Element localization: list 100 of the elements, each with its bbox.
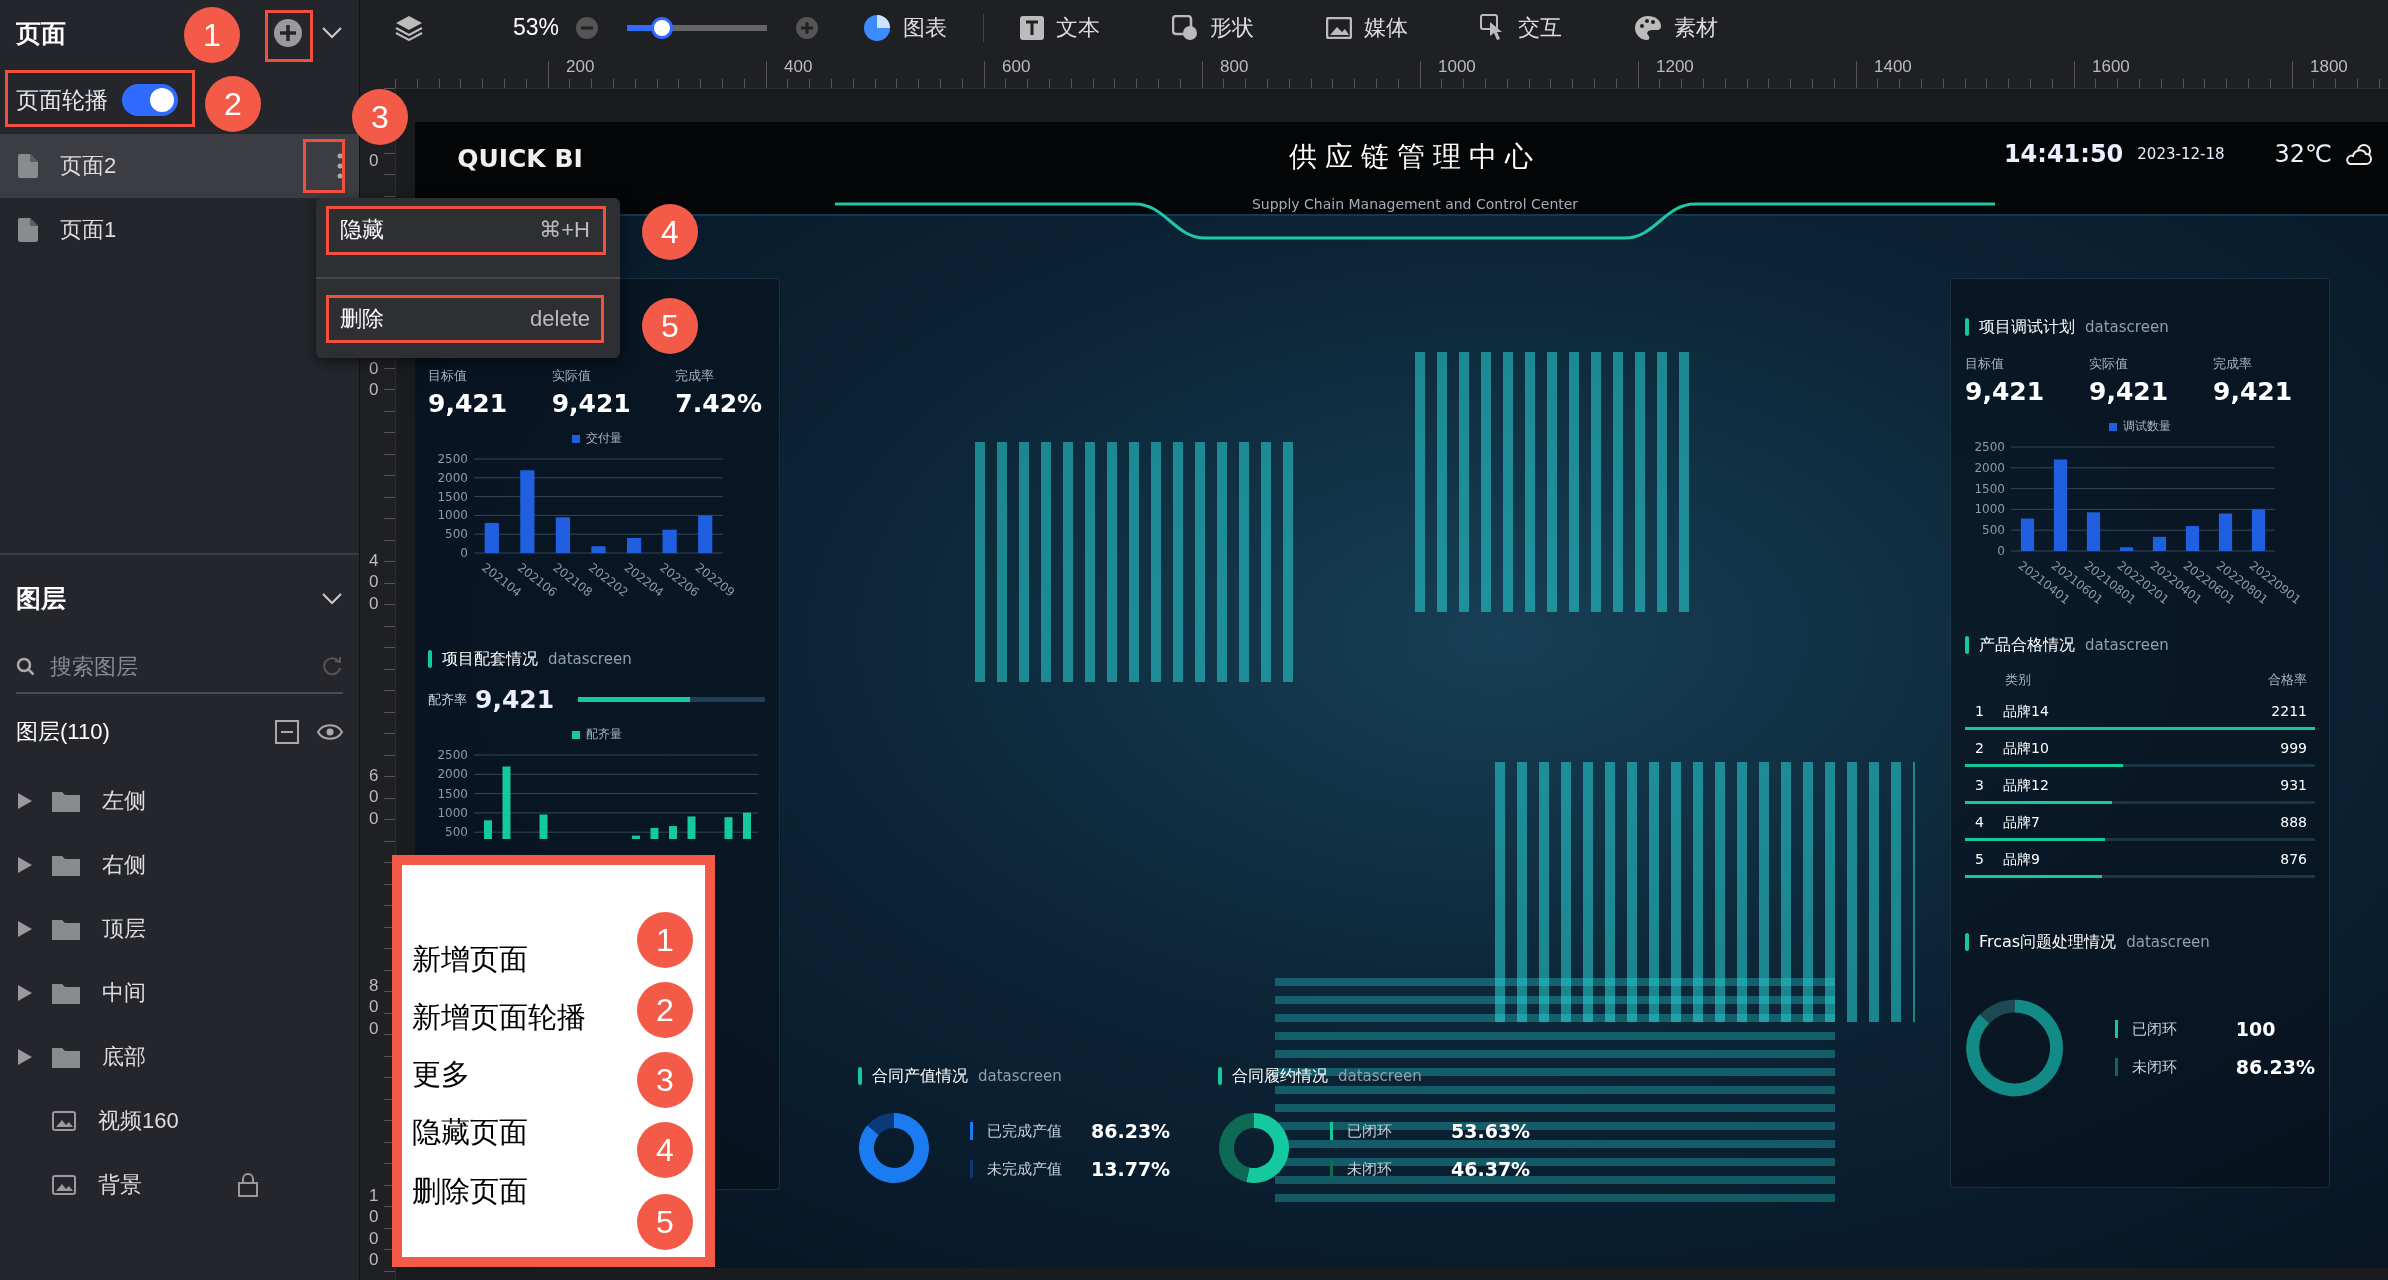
chevron-down-icon[interactable] — [321, 591, 343, 606]
axis-label: 2000 — [437, 470, 468, 485]
axis-label: 1500 — [437, 489, 468, 504]
axis-label: 2500 — [1974, 440, 2005, 454]
legend-label: 调试数量 — [2123, 418, 2171, 435]
expand-arrow-icon[interactable] — [18, 793, 32, 809]
layer-item[interactable]: 顶层 — [0, 897, 359, 961]
layer-item[interactable]: 左侧 — [0, 769, 359, 833]
donut-slice — [1246, 1113, 1289, 1183]
dashboard-subtitle: Supply Chain Management and Control Center — [1250, 196, 1580, 212]
tool-button[interactable]: 媒体 — [1326, 12, 1409, 43]
ruler-label: 800 — [369, 975, 380, 1039]
bar — [2086, 512, 2101, 551]
expand-arrow-icon[interactable] — [18, 857, 32, 873]
section-tag: datascreen — [2085, 318, 2169, 336]
legend-text: 隐藏页面 — [412, 1115, 528, 1150]
logo-text: QUICK BI — [456, 144, 584, 173]
tool-button[interactable]: 素材 — [1634, 12, 1719, 43]
expand-arrow-icon[interactable] — [18, 1049, 32, 1065]
bar — [2251, 509, 2266, 551]
layer-item[interactable]: 背景 — [0, 1153, 359, 1217]
column-header: 合格率 — [2268, 671, 2307, 689]
menu-item[interactable]: 删除 delete — [330, 299, 600, 339]
menu-item[interactable]: 隐藏 ⌘+H — [330, 211, 600, 249]
legend-marker — [2114, 1020, 2118, 1038]
slider-thumb[interactable] — [651, 16, 674, 39]
rate-label: 配齐率 — [428, 690, 467, 709]
axis-label: 2500 — [437, 748, 468, 762]
tool-button[interactable]: 图表 — [863, 12, 948, 43]
axis-label: 1000 — [1974, 502, 2005, 517]
layer-item[interactable]: 中间 — [0, 961, 359, 1025]
axis-label: 500 — [445, 527, 468, 542]
rank-number: 1 — [1975, 703, 1985, 721]
brand-value: 876 — [2280, 851, 2307, 869]
section-title: 项目配套情况 — [442, 648, 538, 670]
temperature: 32℃ — [2274, 140, 2332, 168]
layer-item[interactable]: 右侧 — [0, 833, 359, 897]
ruler-label: 1600 — [2092, 57, 2130, 77]
bar — [2218, 513, 2233, 551]
tool-button[interactable]: 文本 — [1020, 12, 1101, 43]
ruler-label: 1000 — [1438, 57, 1476, 77]
tool-button[interactable]: 形状 — [1172, 12, 1255, 43]
axis-label: 0 — [460, 546, 468, 560]
legend-value: 100 — [2235, 1018, 2276, 1040]
legend-text: 新增页面 — [412, 942, 528, 977]
axis-label: 1500 — [437, 786, 468, 801]
brand-value: 931 — [2280, 777, 2307, 795]
more-icon[interactable] — [337, 153, 343, 179]
axis-label: 0 — [1997, 544, 2005, 558]
section-title: 项目调试计划 — [1979, 316, 2075, 338]
legend-swatch — [2109, 422, 2117, 431]
text-icon — [1020, 15, 1045, 40]
kpi-label: 目标值 — [428, 367, 468, 385]
chevron-down-icon[interactable] — [321, 26, 343, 40]
ruler-label: 1800 — [2310, 57, 2348, 77]
brand-value: 999 — [2280, 740, 2307, 758]
layer-item[interactable]: 底部 — [0, 1025, 359, 1089]
legend-marker — [2114, 1058, 2118, 1076]
brand-name: 品牌7 — [2003, 814, 2041, 832]
eye-icon[interactable] — [317, 721, 343, 742]
ruler-label: 400 — [369, 550, 380, 614]
cloud-sun-icon — [2346, 142, 2374, 166]
rate-value: 9,421 — [475, 685, 555, 714]
expand-arrow-icon[interactable] — [18, 985, 32, 1001]
section-tag: datascreen — [1338, 1067, 1422, 1085]
add-page-button[interactable] — [273, 18, 303, 48]
legend-label: 未闭环 — [2131, 1057, 2178, 1077]
lock-icon[interactable] — [238, 1173, 258, 1197]
layers-icon[interactable] — [395, 14, 423, 41]
folder-icon — [52, 1046, 80, 1068]
brand-value: 888 — [2280, 814, 2307, 832]
rank-number: 2 — [1975, 740, 1985, 758]
tool-button[interactable]: 交互 — [1480, 12, 1563, 43]
axis-label: 2500 — [437, 452, 468, 466]
bar — [2152, 536, 2167, 551]
ruler-label: 400 — [784, 57, 813, 77]
annotation-frame — [303, 139, 345, 193]
expand-arrow-icon[interactable] — [18, 921, 32, 937]
page-item[interactable]: 页面1 — [0, 198, 300, 262]
legend-text: 更多 — [412, 1057, 470, 1092]
bar — [2020, 518, 2035, 551]
axis-label: 1000 — [437, 805, 468, 820]
brand-name: 品牌12 — [2003, 777, 2050, 795]
legend-marker — [1330, 1122, 1333, 1140]
collapse-icon[interactable] — [275, 719, 299, 744]
section-tag: datascreen — [978, 1067, 1062, 1085]
page-item[interactable]: 页面2 — [0, 134, 359, 198]
kpi-label: 实际值 — [551, 367, 592, 385]
layer-item[interactable]: 视频160 — [0, 1089, 359, 1153]
image-icon — [52, 1175, 76, 1195]
folder-icon — [52, 918, 80, 940]
file-icon — [18, 154, 38, 178]
legend-label: 交付量 — [585, 430, 622, 447]
bar — [2119, 547, 2134, 551]
callout-number: 1 — [637, 912, 693, 968]
rank-number: 3 — [1975, 777, 1985, 795]
search-field[interactable]: 搜索图层 — [48, 653, 309, 681]
callout-number: 5 — [637, 1194, 693, 1250]
ruler-label: 0 — [369, 150, 380, 172]
carousel-toggle[interactable] — [122, 84, 178, 116]
